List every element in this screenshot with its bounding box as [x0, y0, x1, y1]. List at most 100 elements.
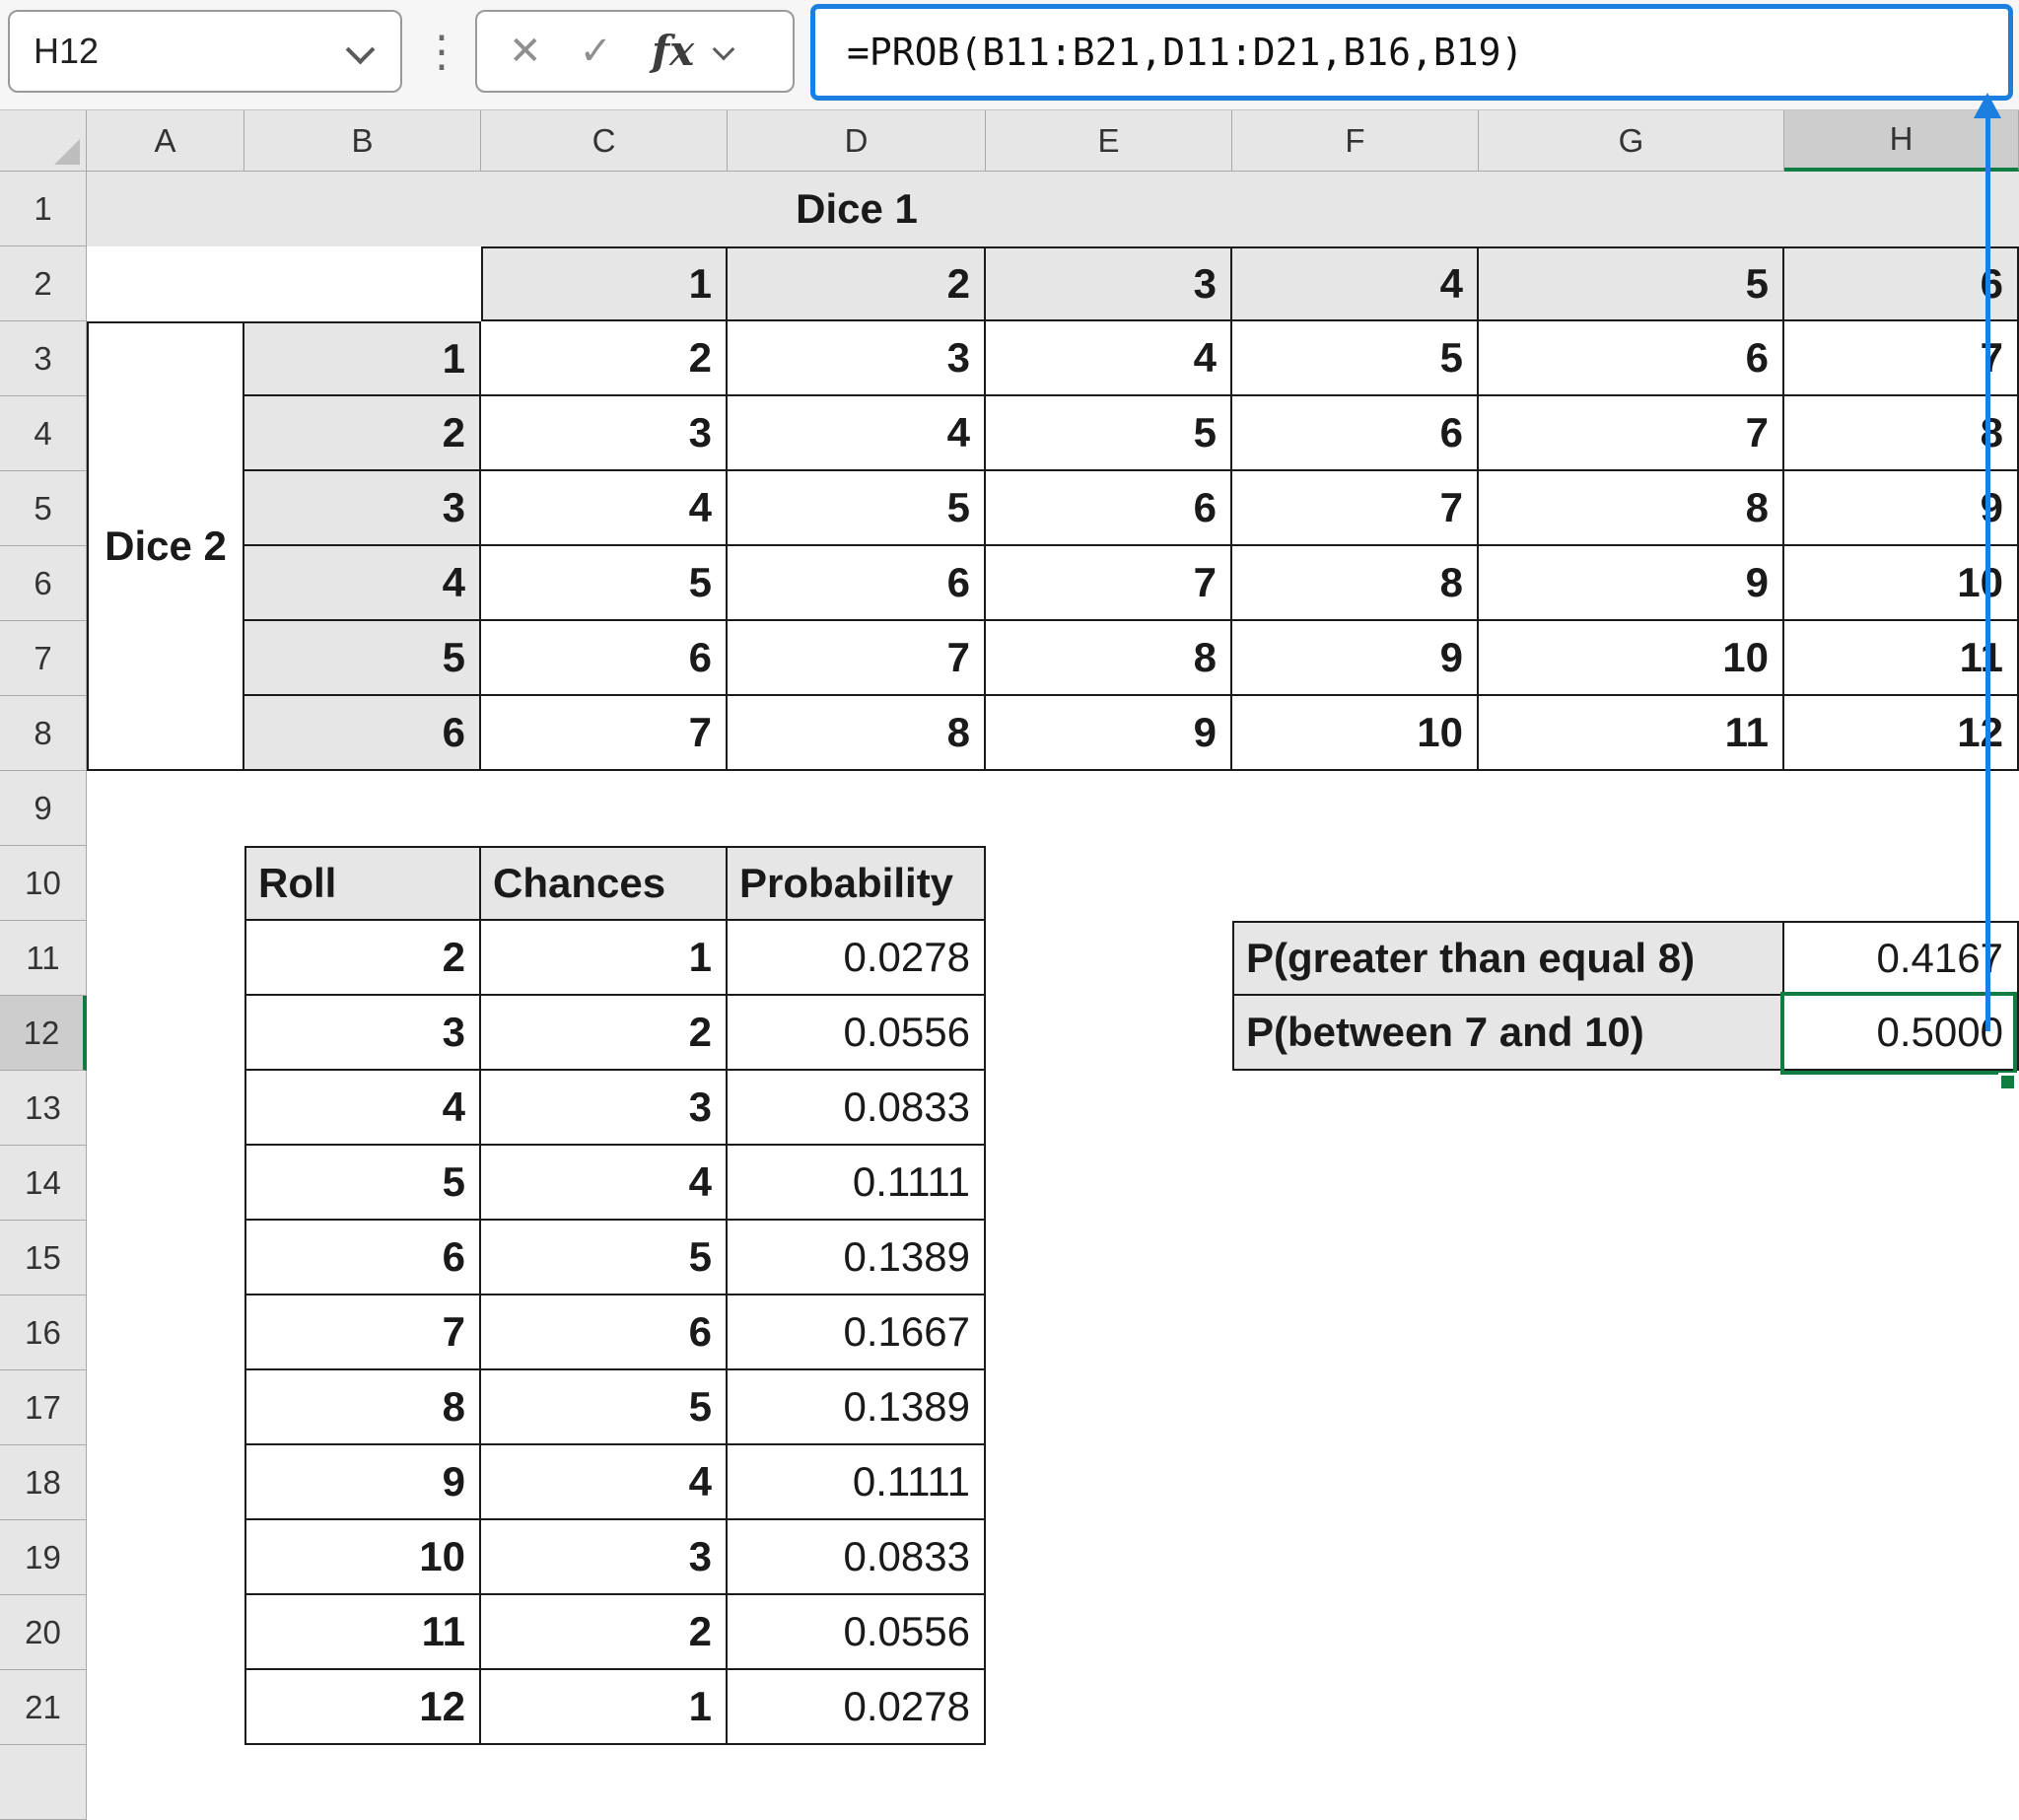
- cell-G5[interactable]: 8: [1479, 471, 1784, 546]
- cell-D18[interactable]: 0.1111: [728, 1445, 986, 1520]
- cell-D3[interactable]: 3: [728, 321, 986, 396]
- cell-G7[interactable]: 10: [1479, 621, 1784, 696]
- cell-E4[interactable]: 5: [986, 396, 1232, 471]
- column-header-H[interactable]: H: [1784, 110, 2019, 172]
- cell-C20[interactable]: 2: [481, 1595, 728, 1670]
- dice2-title-cell[interactable]: Dice 2: [87, 321, 244, 771]
- cell-D8[interactable]: 8: [728, 696, 986, 771]
- cell-G6[interactable]: 9: [1479, 546, 1784, 621]
- cell-B8[interactable]: 6: [244, 696, 481, 771]
- cell-E8[interactable]: 9: [986, 696, 1232, 771]
- cell-B14[interactable]: 5: [244, 1146, 481, 1221]
- cell-C5[interactable]: 4: [481, 471, 728, 546]
- cell-D19[interactable]: 0.0833: [728, 1520, 986, 1595]
- cell-B3[interactable]: 1: [244, 321, 481, 396]
- row-header-18[interactable]: 18: [0, 1445, 87, 1520]
- cell-F7[interactable]: 9: [1232, 621, 1479, 696]
- row-header-2[interactable]: 2: [0, 246, 87, 321]
- row-header-17[interactable]: 17: [0, 1370, 87, 1445]
- cell-F2[interactable]: 4: [1232, 246, 1479, 321]
- cell-C17[interactable]: 5: [481, 1370, 728, 1445]
- cell-B21[interactable]: 12: [244, 1670, 481, 1745]
- row-header-21[interactable]: 21: [0, 1670, 87, 1745]
- cell-G4[interactable]: 7: [1479, 396, 1784, 471]
- row-header-3[interactable]: 3: [0, 321, 87, 396]
- cell-B16[interactable]: 7: [244, 1295, 481, 1370]
- cell-H3[interactable]: 7: [1784, 321, 2019, 396]
- cell-F4[interactable]: 6: [1232, 396, 1479, 471]
- cell-H5[interactable]: 9: [1784, 471, 2019, 546]
- cell-G2[interactable]: 5: [1479, 246, 1784, 321]
- cell-D15[interactable]: 0.1389: [728, 1221, 986, 1295]
- cell-G3[interactable]: 6: [1479, 321, 1784, 396]
- cell-D14[interactable]: 0.1111: [728, 1146, 986, 1221]
- row-header-5[interactable]: 5: [0, 471, 87, 546]
- row-header-4[interactable]: 4: [0, 396, 87, 471]
- cell-C21[interactable]: 1: [481, 1670, 728, 1745]
- cell-C15[interactable]: 5: [481, 1221, 728, 1295]
- row-header-10[interactable]: 10: [0, 846, 87, 921]
- cell-C12[interactable]: 2: [481, 996, 728, 1071]
- cell-F6[interactable]: 8: [1232, 546, 1479, 621]
- row-header-15[interactable]: 15: [0, 1221, 87, 1295]
- cell-B20[interactable]: 11: [244, 1595, 481, 1670]
- cell-E7[interactable]: 8: [986, 621, 1232, 696]
- row-header-7[interactable]: 7: [0, 621, 87, 696]
- column-header-C[interactable]: C: [481, 110, 728, 172]
- column-header-A[interactable]: A: [87, 110, 244, 172]
- cell-B13[interactable]: 4: [244, 1071, 481, 1146]
- row-header-19[interactable]: 19: [0, 1520, 87, 1595]
- cell-C4[interactable]: 3: [481, 396, 728, 471]
- column-header-B[interactable]: B: [244, 110, 481, 172]
- cell-E5[interactable]: 6: [986, 471, 1232, 546]
- cell-C19[interactable]: 3: [481, 1520, 728, 1595]
- cell-H11-prob-value[interactable]: 0.4167: [1784, 921, 2019, 996]
- cell-C14[interactable]: 4: [481, 1146, 728, 1221]
- select-all-corner[interactable]: [0, 110, 87, 172]
- cell-B17[interactable]: 8: [244, 1370, 481, 1445]
- cell-D5[interactable]: 5: [728, 471, 986, 546]
- column-header-G[interactable]: G: [1479, 110, 1784, 172]
- row-header-22[interactable]: [0, 1745, 87, 1820]
- row-header-6[interactable]: 6: [0, 546, 87, 621]
- cell-F11-prob-label[interactable]: P(greater than equal 8): [1232, 921, 1784, 996]
- cell-C6[interactable]: 5: [481, 546, 728, 621]
- cell-B6[interactable]: 4: [244, 546, 481, 621]
- row-header-12[interactable]: 12: [0, 996, 87, 1071]
- cell-B12[interactable]: 3: [244, 996, 481, 1071]
- cell-D12[interactable]: 0.0556: [728, 996, 986, 1071]
- cell-D4[interactable]: 4: [728, 396, 986, 471]
- row-header-1[interactable]: 1: [0, 172, 87, 246]
- cell-B11[interactable]: 2: [244, 921, 481, 996]
- cell-B10[interactable]: Roll: [244, 846, 481, 921]
- cell-D2[interactable]: 2: [728, 246, 986, 321]
- cell-B5[interactable]: 3: [244, 471, 481, 546]
- cell-F3[interactable]: 5: [1232, 321, 1479, 396]
- cell-D6[interactable]: 6: [728, 546, 986, 621]
- column-header-E[interactable]: E: [986, 110, 1232, 172]
- dice1-title-cell[interactable]: Dice 1: [481, 172, 1232, 246]
- cell-C18[interactable]: 4: [481, 1445, 728, 1520]
- cell-C7[interactable]: 6: [481, 621, 728, 696]
- cell-H8[interactable]: 12: [1784, 696, 2019, 771]
- cell-C8[interactable]: 7: [481, 696, 728, 771]
- cell-C11[interactable]: 1: [481, 921, 728, 996]
- cell-E3[interactable]: 4: [986, 321, 1232, 396]
- row-header-16[interactable]: 16: [0, 1295, 87, 1370]
- cell-G8[interactable]: 11: [1479, 696, 1784, 771]
- cell-C13[interactable]: 3: [481, 1071, 728, 1146]
- cell-B18[interactable]: 9: [244, 1445, 481, 1520]
- cell-H12-prob-value[interactable]: 0.5000: [1784, 996, 2019, 1071]
- row-header-13[interactable]: 13: [0, 1071, 87, 1146]
- row-header-9[interactable]: 9: [0, 771, 87, 846]
- cell-F12-prob-label[interactable]: P(between 7 and 10): [1232, 996, 1784, 1071]
- cell-D16[interactable]: 0.1667: [728, 1295, 986, 1370]
- cell-D20[interactable]: 0.0556: [728, 1595, 986, 1670]
- row-header-11[interactable]: 11: [0, 921, 87, 996]
- cell-C3[interactable]: 2: [481, 321, 728, 396]
- cell-F8[interactable]: 10: [1232, 696, 1479, 771]
- fill-handle[interactable]: [1998, 1073, 2017, 1091]
- row-header-8[interactable]: 8: [0, 696, 87, 771]
- cell-C2[interactable]: 1: [481, 246, 728, 321]
- cell-B15[interactable]: 6: [244, 1221, 481, 1295]
